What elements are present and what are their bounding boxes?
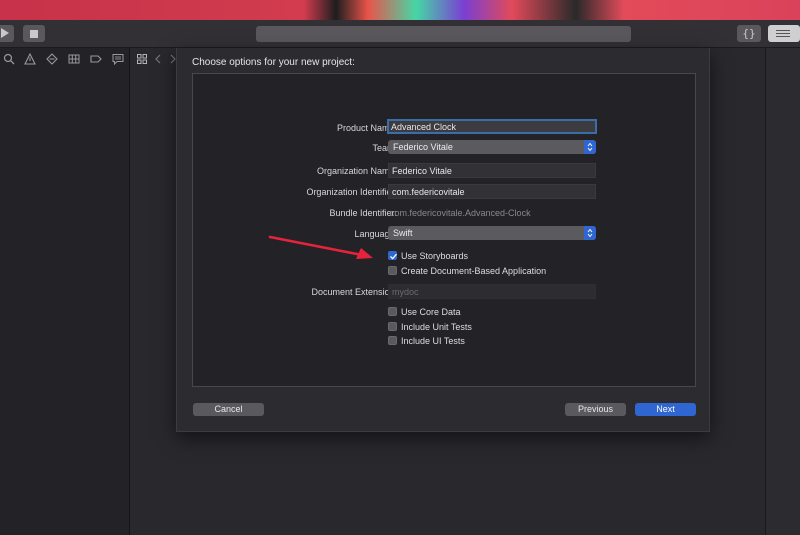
debug-grid-icon[interactable] (68, 53, 80, 65)
organization-identifier-field[interactable]: com.federicovitale (388, 184, 596, 199)
team-label: Team: (372, 143, 397, 153)
bundle-identifier-label: Bundle Identifier: (329, 208, 397, 218)
library-button[interactable]: {} (737, 25, 761, 42)
search-icon[interactable] (3, 53, 15, 65)
checkmark-icon (390, 253, 397, 260)
stop-icon (30, 30, 38, 38)
include-ui-tests-checkbox[interactable] (388, 336, 397, 345)
run-button[interactable] (0, 25, 14, 42)
editor-jumpbar (131, 48, 177, 70)
desktop-wallpaper (0, 0, 800, 20)
use-storyboards-checkbox[interactable] (388, 251, 397, 260)
include-unit-tests-label: Include Unit Tests (401, 322, 472, 332)
document-extension-field[interactable]: mydoc (388, 284, 596, 299)
test-diamond-icon[interactable] (46, 53, 58, 65)
include-unit-tests-checkbox[interactable] (388, 322, 397, 331)
create-document-based-label: Create Document-Based Application (401, 266, 547, 276)
team-popup[interactable]: Federico Vitale (388, 140, 596, 154)
cancel-button[interactable]: Cancel (193, 403, 264, 416)
use-core-data-checkbox[interactable] (388, 307, 397, 316)
product-name-field[interactable]: Advanced Clock (387, 119, 597, 134)
updown-chevron-icon (584, 226, 596, 240)
new-project-options-sheet: Choose options for your new project: Pro… (176, 48, 710, 432)
warning-icon[interactable] (24, 53, 36, 65)
stop-button[interactable] (23, 25, 45, 42)
product-name-label: Product Name: (336, 123, 397, 133)
grid-icon[interactable] (137, 54, 147, 64)
bundle-identifier-value: com.federicovitale.Advanced-Clock (390, 208, 531, 218)
next-button[interactable]: Next (635, 403, 696, 416)
team-popup-value: Federico Vitale (393, 142, 453, 152)
xcode-toolbar: {} (0, 20, 800, 48)
organization-name-field[interactable]: Federico Vitale (388, 163, 596, 178)
inspector-toggle-icon (776, 30, 790, 31)
back-chevron-icon[interactable] (155, 54, 161, 64)
include-ui-tests-label: Include UI Tests (401, 336, 465, 346)
inspector-toggle-button[interactable] (768, 25, 800, 42)
sheet-title: Choose options for your new project: (192, 57, 355, 68)
previous-button[interactable]: Previous (565, 403, 626, 416)
annotation-arrow-icon (268, 235, 373, 259)
updown-chevron-icon (584, 140, 596, 154)
use-storyboards-label: Use Storyboards (401, 251, 469, 261)
organization-name-label: Organization Name: (316, 166, 397, 176)
document-extension-label: Document Extension: (311, 287, 397, 297)
organization-identifier-label: Organization Identifier: (306, 187, 397, 197)
navigator-tabbar (0, 48, 130, 70)
library-icon: {} (742, 27, 756, 40)
report-icon[interactable] (112, 53, 124, 65)
create-document-based-checkbox[interactable] (388, 266, 397, 275)
play-icon (1, 28, 9, 38)
navigator-pane (0, 48, 130, 535)
language-popup-value: Swift (393, 228, 413, 238)
language-popup[interactable]: Swift (388, 226, 596, 240)
breakpoint-icon[interactable] (90, 53, 102, 65)
use-core-data-label: Use Core Data (401, 307, 461, 317)
inspector-pane (765, 48, 800, 535)
activity-viewer (256, 26, 631, 42)
